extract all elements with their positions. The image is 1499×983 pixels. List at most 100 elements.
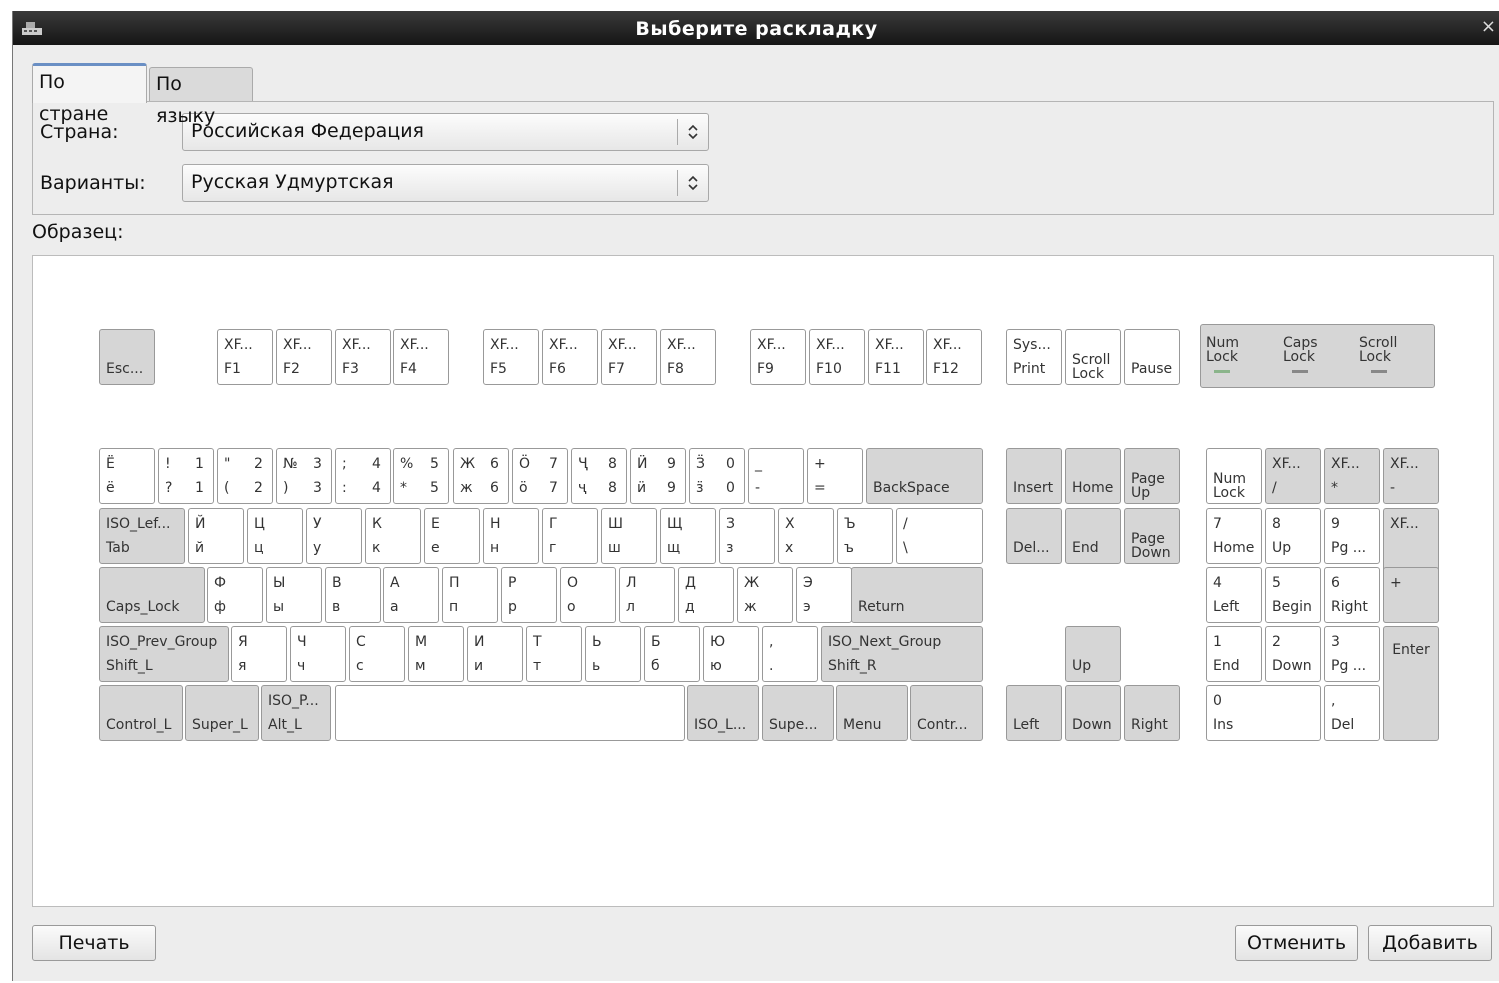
key-label: 1 <box>195 456 204 472</box>
keyboard-key: XF... F5 <box>483 329 539 385</box>
keyboard-key: / \ <box>896 508 983 564</box>
keyboard-key: XF... F9 <box>750 329 806 385</box>
variant-combo[interactable]: Русская Удмуртская <box>182 164 709 202</box>
key-label: Alt_L <box>268 717 302 733</box>
key-label: Page Up <box>1131 471 1165 501</box>
key-label: К <box>372 516 382 532</box>
close-icon[interactable]: × <box>1481 16 1496 37</box>
key-label: = <box>814 480 826 496</box>
keyboard-key: Зз <box>719 508 775 564</box>
key-label: XF... <box>667 337 696 353</box>
key-label: У <box>313 516 322 532</box>
key-label: Ins <box>1213 717 1234 733</box>
keyboard-key: Page Down <box>1124 508 1180 564</box>
key-label: б <box>651 658 660 674</box>
key-label: ы <box>273 599 285 615</box>
title-bar[interactable]: Выберите раскладку × <box>13 11 1499 45</box>
key-label: ISO_Prev_Group <box>106 634 218 650</box>
key-label: _ <box>755 456 762 472</box>
key-label: F5 <box>490 361 507 377</box>
key-label: Begin <box>1272 599 1312 615</box>
led-panel: Num Lock Caps Lock Scroll Lock <box>1200 324 1435 388</box>
key-label: ю <box>710 658 722 674</box>
keyboard-key: Ии <box>467 626 523 682</box>
key-label: Ч <box>297 634 307 650</box>
keyboard-key: Лл <box>619 567 675 623</box>
key-label: ш <box>608 540 621 556</box>
key-label: в <box>332 599 341 615</box>
key-label: З <box>726 516 735 532</box>
keyboard-key: Page Up <box>1124 448 1180 504</box>
keyboard-key: + = <box>807 448 863 504</box>
keyboard-key: Уу <box>306 508 362 564</box>
key-label: х <box>785 540 794 556</box>
keyboard-key: Ҷҷ 8 8 <box>571 448 627 504</box>
key-label: 3 <box>1331 634 1340 650</box>
key-label: Shift_L <box>106 658 153 674</box>
cancel-button[interactable]: Отменить <box>1235 925 1358 961</box>
key-label: Tab <box>106 540 130 556</box>
key-label: F12 <box>933 361 959 377</box>
keyboard-key: 7 Home <box>1206 508 1262 564</box>
add-button[interactable]: Добавить <box>1368 925 1492 961</box>
key-label: ӟ <box>696 480 704 496</box>
key-label: XF... <box>608 337 637 353</box>
key-label: 6 <box>490 456 499 472</box>
keyboard-key: ISO_L... <box>687 685 759 741</box>
num-lock-led <box>1214 370 1230 373</box>
key-label: Shift_R <box>828 658 877 674</box>
key-label: Insert <box>1013 480 1054 496</box>
key-label: Left <box>1213 599 1240 615</box>
key-label: 7 <box>549 480 558 496</box>
keyboard-key: 4 Left <box>1206 567 1262 623</box>
keyboard-key: Дд <box>678 567 734 623</box>
keyboard-key: Рр <box>501 567 557 623</box>
key-label: И <box>474 634 485 650</box>
keyboard-key: XF... F3 <box>335 329 391 385</box>
keyboard-key: XF... F4 <box>393 329 449 385</box>
key-label: ц <box>254 540 264 556</box>
key-label: Home <box>1072 480 1114 496</box>
keyboard-key: _ - <box>748 448 804 504</box>
key-label: 8 <box>1272 516 1281 532</box>
keyboard-key: 9 Pg ... <box>1324 508 1380 564</box>
key-label: й <box>195 540 205 556</box>
key-label: 5 <box>430 456 439 472</box>
key-label: Super_L <box>192 717 248 733</box>
key-label: XF... <box>757 337 786 353</box>
keyboard-key: Сс <box>349 626 405 682</box>
keyboard-key: 2 Down <box>1265 626 1321 682</box>
keyboard-key: Гг <box>542 508 598 564</box>
key-label: F1 <box>224 361 241 377</box>
print-button[interactable]: Печать <box>32 925 156 961</box>
key-label: Esc... <box>106 361 144 377</box>
keyboard-key: Sys... Print <box>1006 329 1062 385</box>
key-label: " <box>224 456 231 472</box>
key-label: XF... <box>1331 456 1360 472</box>
country-combo[interactable]: Российская Федерация <box>182 113 709 151</box>
key-label: Menu <box>843 717 882 733</box>
tab-by-language[interactable]: По языку <box>149 67 253 127</box>
keyboard-key: Supe... <box>762 685 834 741</box>
keyboard-key: Щщ <box>660 508 716 564</box>
key-label: / <box>1272 480 1277 496</box>
key-label: 6 <box>1331 575 1340 591</box>
key-label: Р <box>508 575 517 591</box>
keyboard-key: ISO_P... Alt_L <box>261 685 331 741</box>
key-label: Sys... <box>1013 337 1051 353</box>
key-label: Й <box>195 516 206 532</box>
key-label: Supe... <box>769 717 818 733</box>
key-label: 1 <box>1213 634 1222 650</box>
key-label: XF... <box>549 337 578 353</box>
led-label: Num Lock <box>1206 335 1239 365</box>
tab-by-country[interactable]: По стране <box>32 63 147 125</box>
key-label: н <box>490 540 500 556</box>
keyboard-key: " (2 2 <box>217 448 273 504</box>
keyboard-key: Хх <box>778 508 834 564</box>
keyboard-key: XF... / <box>1265 448 1321 504</box>
key-label: с <box>356 658 364 674</box>
key-label: Del <box>1331 717 1355 733</box>
key-label: XF... <box>933 337 962 353</box>
keyboard-key: ISO_Prev_Group Shift_L <box>99 626 229 682</box>
keyboard-key: Цц <box>247 508 303 564</box>
